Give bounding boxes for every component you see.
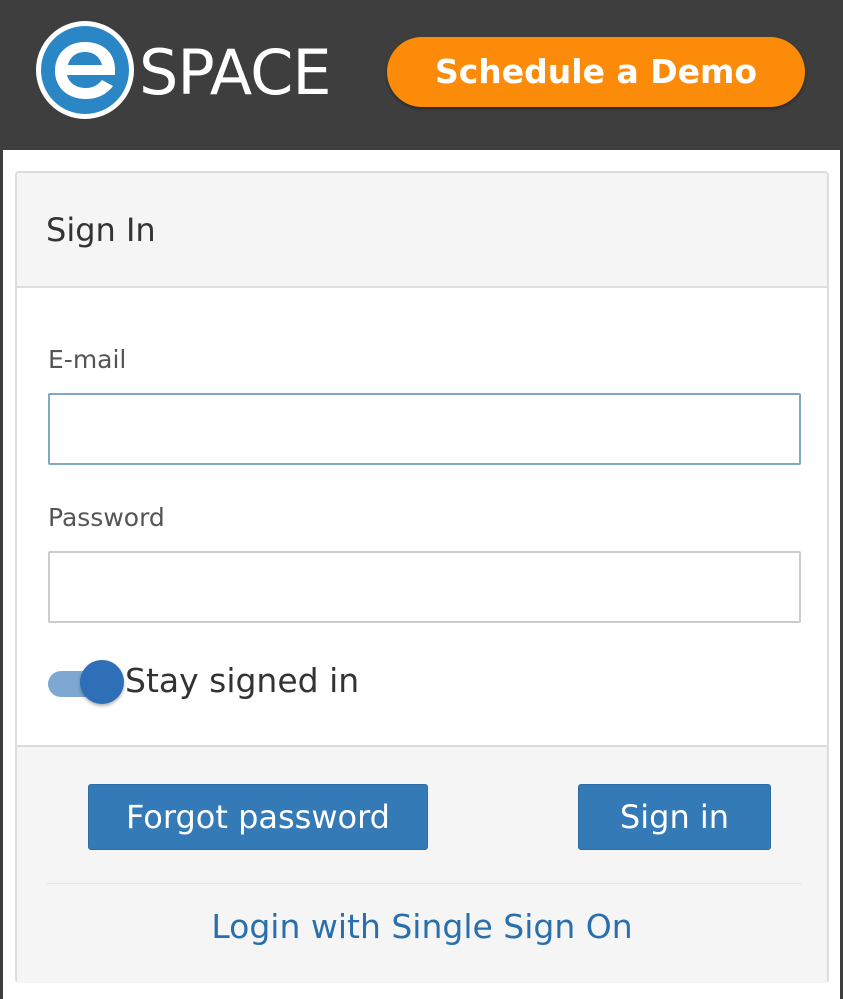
espace-logo-icon	[36, 21, 134, 119]
logo-wordmark: SPACE	[139, 36, 332, 109]
forgot-password-button[interactable]: Forgot password	[88, 784, 428, 850]
password-field[interactable]	[48, 551, 801, 623]
page-frame: SPACE Schedule a Demo Sign In E-mail Pas…	[0, 0, 843, 999]
stay-signed-in-label[interactable]: Stay signed in	[125, 661, 359, 700]
email-field[interactable]	[48, 393, 801, 465]
page-title: Sign In	[46, 211, 156, 249]
stay-signed-in-toggle[interactable]	[48, 659, 124, 707]
espace-logo[interactable]: SPACE	[35, 20, 335, 122]
signin-panel: Sign In E-mail Password Stay signed in F…	[15, 171, 829, 983]
sso-login-link[interactable]: Login with Single Sign On	[17, 907, 827, 946]
schedule-demo-button[interactable]: Schedule a Demo	[387, 37, 805, 107]
sign-in-button[interactable]: Sign in	[578, 784, 771, 850]
email-label: E-mail	[48, 345, 127, 374]
site-header: SPACE Schedule a Demo	[3, 0, 840, 150]
signin-panel-footer: Forgot password Sign in Login with Singl…	[17, 745, 827, 983]
signin-panel-heading: Sign In	[17, 173, 827, 288]
divider	[47, 883, 801, 884]
toggle-knob	[80, 660, 124, 704]
password-label: Password	[48, 503, 165, 532]
